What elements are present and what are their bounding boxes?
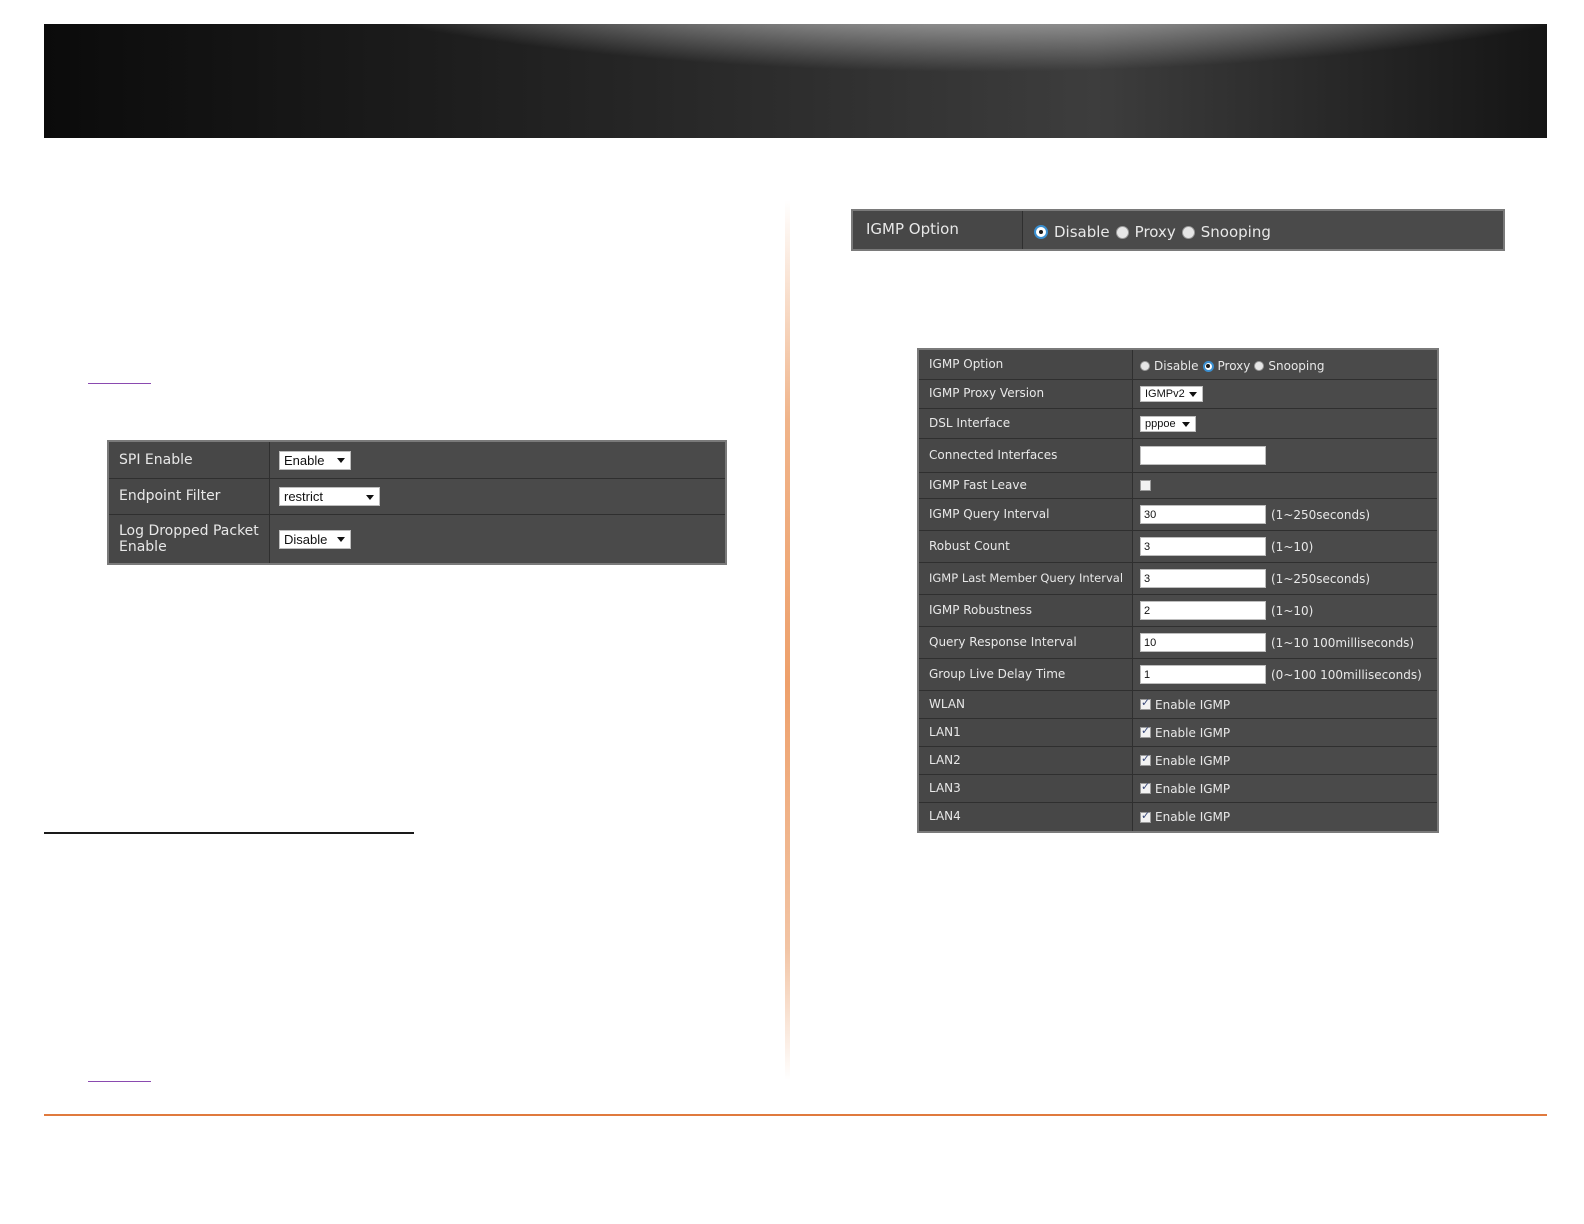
radio-disable[interactable] bbox=[1034, 225, 1048, 239]
igmp-fast-leave-row: IGMP Fast Leave bbox=[919, 473, 1437, 499]
robust-count-hint: (1~10) bbox=[1271, 539, 1314, 554]
query-response-interval-hint: (1~10 100milliseconds) bbox=[1271, 635, 1415, 650]
igmp-proxy-version-row: IGMP Proxy Version IGMPv2 bbox=[919, 380, 1437, 409]
group-live-delay-time-hint: (0~100 100milliseconds) bbox=[1271, 667, 1422, 682]
spi-enable-select[interactable]: Enable bbox=[279, 450, 351, 470]
robust-count-input[interactable]: 3 bbox=[1140, 537, 1266, 556]
interface-row-lan3: LAN3 Enable IGMP bbox=[919, 775, 1437, 803]
link-underline[interactable] bbox=[88, 1081, 151, 1082]
interface-label-lan3: LAN3 bbox=[919, 775, 1133, 802]
igmp-robustness-input[interactable]: 2 bbox=[1140, 601, 1266, 620]
last-member-query-interval-row: IGMP Last Member Query Interval 3 (1~250… bbox=[919, 563, 1437, 595]
radio-label-proxy: Proxy bbox=[1134, 223, 1176, 241]
chevron-down-icon bbox=[366, 494, 374, 500]
dsl-interface-label: DSL Interface bbox=[919, 409, 1133, 438]
last-member-query-interval-label: IGMP Last Member Query Interval bbox=[919, 563, 1133, 594]
robust-count-row: Robust Count 3 (1~10) bbox=[919, 531, 1437, 563]
igmp-option-radios: Disable Proxy Snooping bbox=[1023, 211, 1503, 249]
robust-count-label: Robust Count bbox=[919, 531, 1133, 562]
query-response-interval-row: Query Response Interval 10 (1~10 100mill… bbox=[919, 627, 1437, 659]
chevron-down-icon bbox=[337, 458, 345, 463]
log-dropped-packet-select[interactable]: Disable bbox=[279, 529, 351, 549]
group-live-delay-time-label: Group Live Delay Time bbox=[919, 659, 1133, 690]
interface-row-lan1: LAN1 Enable IGMP bbox=[919, 719, 1437, 747]
igmp-robustness-row: IGMP Robustness 2 (1~10) bbox=[919, 595, 1437, 627]
last-member-query-interval-input[interactable]: 3 bbox=[1140, 569, 1266, 588]
enable-igmp-label: Enable IGMP bbox=[1155, 810, 1231, 824]
interface-label-lan2: LAN2 bbox=[919, 747, 1133, 774]
radio-label-snooping: Snooping bbox=[1268, 359, 1325, 373]
radio-snooping[interactable] bbox=[1181, 225, 1195, 239]
connected-interfaces-label: Connected Interfaces bbox=[919, 439, 1133, 472]
igmp-robustness-label: IGMP Robustness bbox=[919, 595, 1133, 626]
group-live-delay-time-row: Group Live Delay Time 1 (0~100 100millis… bbox=[919, 659, 1437, 691]
footer-rule bbox=[44, 1114, 1547, 1116]
column-divider bbox=[785, 200, 790, 1080]
interface-row-lan2: LAN2 Enable IGMP bbox=[919, 747, 1437, 775]
igmp-robustness-hint: (1~10) bbox=[1271, 603, 1314, 618]
interface-row-wlan: WLAN Enable IGMP bbox=[919, 691, 1437, 719]
radio-snooping[interactable] bbox=[1254, 361, 1265, 371]
endpoint-filter-row: Endpoint Filter restrict bbox=[109, 479, 725, 515]
radio-label-disable: Disable bbox=[1054, 223, 1110, 241]
radio-disable[interactable] bbox=[1140, 361, 1150, 371]
igmp-option-bar: IGMP Option Disable Proxy Snooping bbox=[851, 209, 1505, 251]
radio-proxy[interactable] bbox=[1115, 225, 1129, 239]
interface-label-wlan: WLAN bbox=[919, 691, 1133, 718]
radio-label-disable: Disable bbox=[1154, 359, 1199, 373]
log-dropped-packet-label: Log Dropped Packet Enable bbox=[109, 515, 270, 563]
endpoint-filter-label: Endpoint Filter bbox=[109, 479, 270, 514]
igmp-proxy-table: IGMP Option Disable Proxy Snooping IGMP … bbox=[917, 348, 1439, 833]
igmp-query-interval-input[interactable]: 30 bbox=[1140, 505, 1266, 524]
chevron-down-icon bbox=[1182, 421, 1190, 427]
enable-igmp-checkbox-wlan[interactable] bbox=[1140, 696, 1151, 710]
section-heading-rule bbox=[44, 832, 414, 834]
igmp-fast-leave-checkbox[interactable] bbox=[1140, 480, 1151, 491]
log-dropped-packet-row: Log Dropped Packet Enable Disable bbox=[109, 515, 725, 563]
interface-label-lan1: LAN1 bbox=[919, 719, 1133, 746]
header-banner bbox=[44, 24, 1547, 138]
igmp-query-interval-hint: (1~250seconds) bbox=[1271, 507, 1371, 522]
chevron-down-icon bbox=[337, 537, 345, 542]
spi-settings-table: SPI Enable Enable Endpoint Filter restri… bbox=[107, 440, 727, 565]
igmp-query-interval-label: IGMP Query Interval bbox=[919, 499, 1133, 530]
last-member-query-interval-hint: (1~250seconds) bbox=[1271, 571, 1371, 586]
igmp-proxy-version-select[interactable]: IGMPv2 bbox=[1140, 386, 1203, 402]
group-live-delay-time-input[interactable]: 1 bbox=[1140, 665, 1266, 684]
igmp-query-interval-row: IGMP Query Interval 30 (1~250seconds) bbox=[919, 499, 1437, 531]
enable-igmp-checkbox-lan4[interactable] bbox=[1140, 809, 1151, 823]
link-underline[interactable] bbox=[88, 383, 151, 384]
interface-row-lan4: LAN4 Enable IGMP bbox=[919, 803, 1437, 831]
radio-label-snooping: Snooping bbox=[1200, 223, 1271, 241]
radio-proxy[interactable] bbox=[1202, 360, 1214, 372]
dsl-interface-row: DSL Interface pppoe bbox=[919, 409, 1437, 439]
igmp-option-row: IGMP Option Disable Proxy Snooping bbox=[919, 350, 1437, 380]
query-response-interval-input[interactable]: 10 bbox=[1140, 633, 1266, 652]
enable-igmp-label: Enable IGMP bbox=[1155, 753, 1231, 768]
interface-label-lan4: LAN4 bbox=[919, 803, 1133, 831]
connected-interfaces-input[interactable] bbox=[1140, 446, 1266, 465]
igmp-fast-leave-label: IGMP Fast Leave bbox=[919, 473, 1133, 498]
igmp-option-label: IGMP Option bbox=[853, 211, 1023, 249]
radio-label-proxy: Proxy bbox=[1217, 359, 1251, 373]
query-response-interval-label: Query Response Interval bbox=[919, 627, 1133, 658]
spi-enable-label: SPI Enable bbox=[109, 442, 270, 478]
dsl-interface-select[interactable]: pppoe bbox=[1140, 415, 1196, 432]
spi-enable-row: SPI Enable Enable bbox=[109, 442, 725, 479]
igmp-option-label: IGMP Option bbox=[919, 350, 1133, 379]
enable-igmp-checkbox-lan3[interactable] bbox=[1140, 780, 1151, 794]
igmp-proxy-version-label: IGMP Proxy Version bbox=[919, 380, 1133, 408]
endpoint-filter-select[interactable]: restrict bbox=[279, 487, 380, 506]
enable-igmp-checkbox-lan1[interactable] bbox=[1140, 724, 1151, 738]
enable-igmp-label: Enable IGMP bbox=[1155, 781, 1231, 796]
enable-igmp-checkbox-lan2[interactable] bbox=[1140, 752, 1151, 766]
connected-interfaces-row: Connected Interfaces bbox=[919, 439, 1437, 473]
chevron-down-icon bbox=[1189, 392, 1197, 397]
enable-igmp-label: Enable IGMP bbox=[1155, 697, 1231, 712]
enable-igmp-label: Enable IGMP bbox=[1155, 725, 1231, 740]
